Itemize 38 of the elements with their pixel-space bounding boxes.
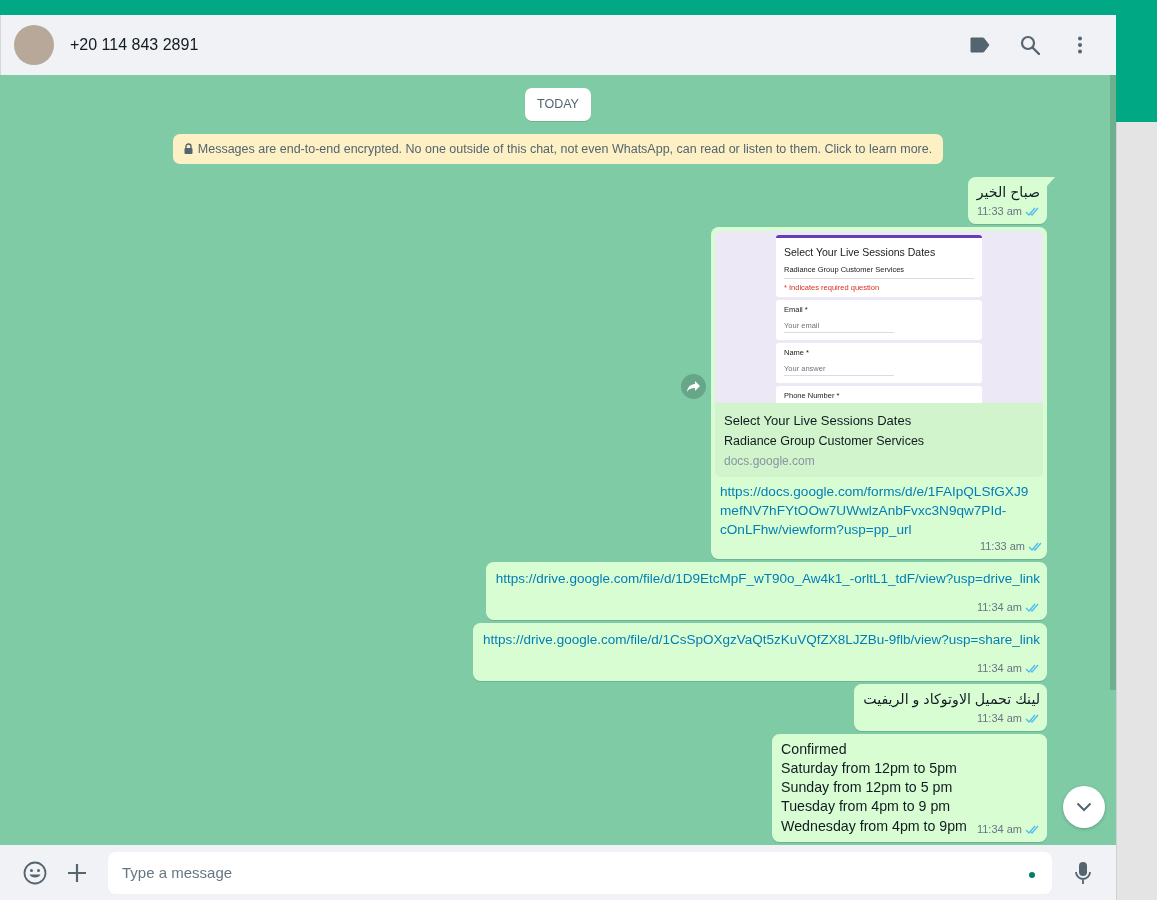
message-text: Saturday from 12pm to 5pm [781, 758, 958, 778]
search-icon [1020, 35, 1040, 55]
preview-domain: docs.google.com [724, 452, 816, 470]
message-time: 11:34 am [976, 660, 1022, 676]
scroll-down-button[interactable] [1063, 786, 1105, 828]
encryption-notice[interactable]: Messages are end-to-end encrypted. No one outside of this chat, not even WhatsApp, can read or listen to them. Click to learn more. [172, 133, 944, 164]
tag-icon [970, 37, 990, 53]
message-text: Tuesday from 4pm to 9 pm [781, 796, 952, 816]
date-chip: TODAY [525, 88, 591, 121]
message-link[interactable]: https://drive.google.com/file/d/1CsSpOXgzVaQt5zKuVQfZX8LJZBu-9flb/view?usp=share_link [483, 631, 1040, 647]
message-text: لينك تحميل الاوتوكاد و الريفيت [863, 689, 1040, 709]
forward-button[interactable] [681, 373, 706, 399]
message-time: 11:34 am [976, 710, 1022, 726]
link-preview-card[interactable]: Select Your Live Sessions Dates Radiance Group Customer Services docs.google.com [715, 402, 1043, 477]
message-text: Wednesday from 4pm to 9pm [781, 817, 967, 834]
message-text: Confirmed [781, 739, 848, 759]
form-title: Select Your Live Sessions Dates [784, 244, 937, 260]
contact-name[interactable]: +20 114 843 2891 [70, 33, 199, 57]
message-text: Sunday from 12pm to 5 pm [781, 777, 954, 797]
smiley-icon [23, 860, 47, 885]
message-link[interactable]: https://docs.google.com/forms/d/e/1FAIpQLSfGXJ9mefNV7hFYtOOw7UWwlzAnbFvxc3N9qw7PId-cOnLFhw/viewform?usp=pp_url [720, 481, 1039, 539]
message-time: 11:33 am [979, 538, 1025, 554]
message-time: 11:34 am [976, 821, 1022, 837]
indicator-dot [1029, 871, 1035, 878]
preview-title: Select Your Live Sessions Dates [724, 411, 913, 430]
microphone-icon [1075, 860, 1091, 885]
plus-icon [67, 862, 87, 883]
message-time: 11:34 am [976, 599, 1022, 615]
message-link[interactable]: https://drive.google.com/file/d/1D9EtcMpF_wT90o_Aw4k1_-orltL1_tdF/view?usp=drive_link [495, 570, 1040, 586]
message-text: صباح الخير [976, 182, 1040, 202]
menu-icon [1078, 36, 1082, 54]
preview-description: Radiance Group Customer Services [724, 432, 926, 450]
share-arrow-icon [687, 380, 700, 392]
message-time: 11:33 am [976, 203, 1022, 219]
chevron-down-icon [1076, 802, 1092, 812]
message-input[interactable]: Type a message [108, 851, 1052, 894]
lock-icon [183, 142, 193, 154]
scrollbar[interactable] [1110, 75, 1116, 690]
